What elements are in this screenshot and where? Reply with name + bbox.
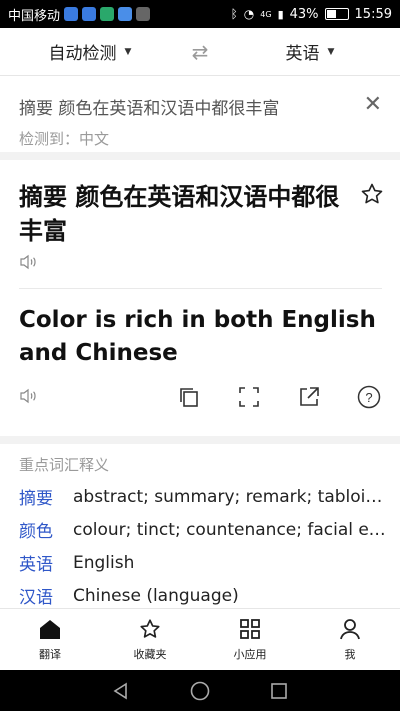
vocab-definition: colour; tinct; countenance; facial ex... bbox=[73, 519, 389, 540]
recents-icon[interactable] bbox=[270, 682, 288, 700]
share-icon[interactable] bbox=[294, 382, 324, 412]
result-card: 摘要 颜色在英语和汉语中都很丰富 Color is rich in both E… bbox=[0, 160, 400, 436]
app-notification-icon bbox=[136, 7, 151, 21]
vocab-definition: English bbox=[73, 552, 135, 573]
bluetooth-icon: ᛒ bbox=[230, 7, 238, 21]
wifi-icon: ◔ bbox=[243, 7, 255, 21]
source-text: 摘要 颜色在英语和汉语中都很丰富 bbox=[19, 183, 340, 245]
network-type-label: 4G bbox=[260, 9, 272, 19]
signal-icon: ▮ bbox=[277, 7, 284, 21]
clock: 15:59 bbox=[354, 6, 392, 22]
svg-text:?: ? bbox=[365, 390, 372, 405]
nav-label: 我 bbox=[344, 647, 356, 661]
back-icon[interactable] bbox=[112, 682, 130, 700]
favorite-star-icon[interactable] bbox=[360, 182, 384, 206]
vocab-title: 重点词汇释义 bbox=[19, 456, 110, 474]
detected-language: 检测到：中文 bbox=[19, 130, 110, 148]
divider bbox=[19, 288, 382, 289]
home-circle-icon[interactable] bbox=[190, 681, 210, 701]
home-icon bbox=[40, 619, 60, 639]
vocab-word[interactable]: 英语 bbox=[19, 550, 73, 575]
language-bar: 自动检测 ▼ ⇄ 英语 ▼ bbox=[0, 28, 400, 76]
person-icon bbox=[340, 618, 360, 639]
battery-percent: 43% bbox=[289, 6, 319, 22]
speaker-icon[interactable] bbox=[19, 254, 37, 270]
input-area[interactable]: 摘要 颜色在英语和汉语中都很丰富 ✕ 检测到：中文 bbox=[0, 76, 400, 160]
nav-item-translate[interactable]: 翻译 bbox=[0, 609, 100, 670]
vocab-row[interactable]: 摘要 abstract; summary; remark; tabloid;..… bbox=[19, 480, 389, 513]
nav-item-me[interactable]: 我 bbox=[300, 609, 400, 670]
translation-text: Color is rich in both English and Chines… bbox=[19, 307, 376, 366]
vocab-word[interactable]: 摘要 bbox=[19, 484, 73, 509]
swap-languages-icon[interactable]: ⇄ bbox=[180, 40, 220, 64]
nav-label: 小应用 bbox=[233, 647, 267, 661]
vocab-row[interactable]: 颜色 colour; tinct; countenance; facial ex… bbox=[19, 513, 389, 546]
source-language-label: 自动检测 bbox=[48, 44, 117, 64]
result-toolbar: ? bbox=[174, 382, 384, 412]
clear-icon[interactable]: ✕ bbox=[364, 92, 382, 117]
app-notification-icon bbox=[100, 7, 115, 21]
nav-item-favorites[interactable]: 收藏夹 bbox=[100, 609, 200, 670]
nav-label: 收藏夹 bbox=[133, 647, 167, 661]
source-language-selector[interactable]: 自动检测 ▼ bbox=[0, 39, 180, 64]
app-notification-icon bbox=[82, 7, 97, 21]
app-notification-icon bbox=[118, 7, 133, 21]
vocab-word[interactable]: 汉语 bbox=[19, 583, 73, 608]
grid-icon bbox=[240, 618, 260, 639]
status-bar: 中国移动 ᛒ ◔ 4G ▮ 43% 15:59 bbox=[0, 0, 400, 28]
vocab-definition: Chinese (language) bbox=[73, 585, 239, 606]
star-icon bbox=[140, 618, 160, 638]
carrier-label: 中国移动 bbox=[8, 8, 61, 24]
vocab-list: 摘要 abstract; summary; remark; tabloid;..… bbox=[19, 480, 389, 612]
nav-label: 翻译 bbox=[39, 647, 61, 661]
help-icon[interactable]: ? bbox=[354, 382, 384, 412]
caret-down-icon: ▼ bbox=[124, 46, 132, 57]
fullscreen-icon[interactable] bbox=[234, 382, 264, 412]
key-vocabulary-section: 重点词汇释义 摘要 abstract; summary; remark; tab… bbox=[0, 444, 400, 608]
speaker-icon[interactable] bbox=[19, 388, 37, 404]
system-nav-bar bbox=[0, 670, 400, 711]
target-language-label: 英语 bbox=[285, 44, 320, 64]
battery-icon bbox=[324, 8, 349, 20]
input-text[interactable]: 摘要 颜色在英语和汉语中都很丰富 bbox=[19, 94, 279, 119]
caret-down-icon: ▼ bbox=[327, 46, 335, 57]
vocab-word[interactable]: 颜色 bbox=[19, 517, 73, 542]
vocab-row[interactable]: 英语 English bbox=[19, 546, 389, 579]
app-notification-icon bbox=[64, 7, 79, 21]
nav-item-mini-apps[interactable]: 小应用 bbox=[200, 609, 300, 670]
vocab-definition: abstract; summary; remark; tabloid;... bbox=[73, 486, 389, 507]
target-language-selector[interactable]: 英语 ▼ bbox=[220, 39, 400, 64]
bottom-nav: 翻译 收藏夹 小应用 我 bbox=[0, 608, 400, 670]
copy-icon[interactable] bbox=[174, 382, 204, 412]
